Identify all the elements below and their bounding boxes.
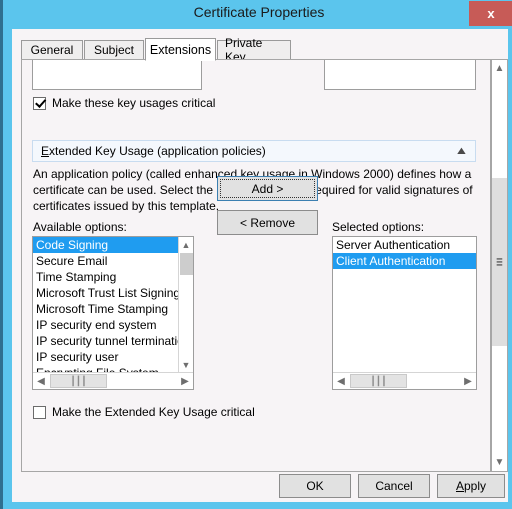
scrollbar-thumb[interactable]: [180, 253, 193, 275]
dialog-button-bar: OK Cancel Apply: [12, 472, 508, 502]
list-item[interactable]: IP security user: [33, 349, 178, 365]
scroll-left-icon[interactable]: ◀: [33, 373, 49, 389]
scroll-left-icon[interactable]: ◀: [333, 373, 349, 389]
available-options-vertical-scrollbar[interactable]: ▲ ▼: [178, 237, 193, 372]
selected-options-horizontal-scrollbar[interactable]: ◀ ┃┃┃ ▶: [333, 372, 476, 389]
scrollbar-thumb[interactable]: ━ ━ ━: [492, 178, 507, 346]
cancel-button-label: Cancel: [375, 479, 413, 493]
add-button[interactable]: Add >: [217, 176, 318, 201]
accesskey-letter: E: [41, 144, 50, 158]
available-options-listbox[interactable]: Code Signing Secure Email Time Stamping …: [32, 236, 194, 390]
checkbox-box-unchecked: [33, 405, 46, 419]
remove-button[interactable]: < Remove: [217, 210, 318, 235]
tab-extensions-label: Extensions: [149, 42, 212, 57]
tab-private-key[interactable]: Private Key: [217, 36, 291, 64]
list-item[interactable]: Code Signing: [33, 237, 178, 253]
scrollbar-thumb[interactable]: ┃┃┃: [50, 374, 107, 388]
list-item[interactable]: Encrypting File System: [33, 365, 178, 372]
apply-button[interactable]: Apply: [437, 474, 505, 498]
extended-key-usage-header-label: Extended Key Usage (application policies…: [41, 144, 456, 158]
list-item[interactable]: IP security tunnel termination: [33, 333, 178, 349]
tab-general[interactable]: General: [21, 40, 83, 60]
extensions-tab-panel: Make these key usages critical Extended …: [21, 59, 491, 472]
close-icon: x: [487, 6, 495, 21]
make-eku-critical-label: Make the Extended Key Usage critical: [52, 405, 255, 419]
key-usage-available-listbox-partial[interactable]: [32, 60, 202, 90]
grip-dots-icon: ━ ━ ━: [496, 253, 503, 270]
tab-panel-vertical-scrollbar[interactable]: ▲ ━ ━ ━ ▼: [491, 59, 508, 472]
checkbox-box-checked: [33, 96, 46, 110]
available-options-horizontal-scrollbar[interactable]: ◀ ┃┃┃ ▶: [33, 372, 193, 389]
selected-options-items: Server Authentication Client Authenticat…: [333, 237, 476, 372]
grip-dots-icon: ┃┃┃: [370, 375, 387, 386]
list-item[interactable]: Time Stamping: [33, 269, 178, 285]
ok-button-label: OK: [306, 479, 324, 493]
list-item[interactable]: Secure Email: [33, 253, 178, 269]
scroll-right-icon[interactable]: ▶: [177, 373, 193, 389]
selected-options-label: Selected options:: [332, 220, 425, 234]
remove-button-label: < Remove: [239, 215, 296, 230]
scroll-up-icon[interactable]: ▲: [492, 60, 507, 77]
chevron-up-icon[interactable]: ▲: [454, 145, 468, 157]
list-item[interactable]: IP security end system: [33, 317, 178, 333]
make-eku-critical-checkbox[interactable]: Make the Extended Key Usage critical: [33, 405, 255, 419]
tab-subject[interactable]: Subject: [84, 40, 144, 60]
selected-options-listbox[interactable]: Server Authentication Client Authenticat…: [332, 236, 477, 390]
list-item[interactable]: Server Authentication: [333, 237, 476, 253]
certificate-properties-window: Certificate Properties x General Subject…: [0, 0, 512, 509]
dialog-client-area: General Subject Extensions Private Key M…: [12, 29, 508, 502]
tab-subject-label: Subject: [93, 43, 135, 57]
scroll-down-icon[interactable]: ▼: [492, 454, 507, 471]
window-title: Certificate Properties: [193, 4, 325, 20]
title-bar: Certificate Properties x: [3, 0, 512, 27]
scroll-down-icon[interactable]: ▼: [179, 357, 193, 372]
cancel-button[interactable]: Cancel: [358, 474, 430, 498]
list-item[interactable]: Microsoft Time Stamping: [33, 301, 178, 317]
key-usage-selected-listbox-partial[interactable]: [324, 60, 476, 90]
scroll-right-icon[interactable]: ▶: [460, 373, 476, 389]
grip-dots-icon: ┃┃┃: [70, 375, 87, 386]
make-key-usages-critical-label: Make these key usages critical: [52, 96, 216, 110]
scroll-up-icon[interactable]: ▲: [179, 237, 193, 252]
available-options-items: Code Signing Secure Email Time Stamping …: [33, 237, 178, 372]
ok-button[interactable]: OK: [279, 474, 351, 498]
header-label-rest: xtended Key Usage (application policies): [49, 144, 266, 158]
apply-button-label: Apply: [456, 479, 486, 493]
list-item[interactable]: Microsoft Trust List Signing: [33, 285, 178, 301]
scrollbar-thumb[interactable]: ┃┃┃: [350, 374, 407, 388]
close-button[interactable]: x: [469, 1, 512, 26]
available-options-label: Available options:: [33, 220, 127, 234]
make-key-usages-critical-checkbox[interactable]: Make these key usages critical: [33, 96, 215, 110]
tab-extensions[interactable]: Extensions: [145, 38, 216, 61]
list-item[interactable]: Client Authentication: [333, 253, 476, 269]
accesskey-letter: A: [455, 479, 464, 493]
extended-key-usage-group-header[interactable]: Extended Key Usage (application policies…: [32, 140, 476, 162]
tab-general-label: General: [30, 43, 74, 57]
add-button-label: Add >: [251, 181, 284, 196]
apply-label-rest: pply: [464, 479, 487, 493]
